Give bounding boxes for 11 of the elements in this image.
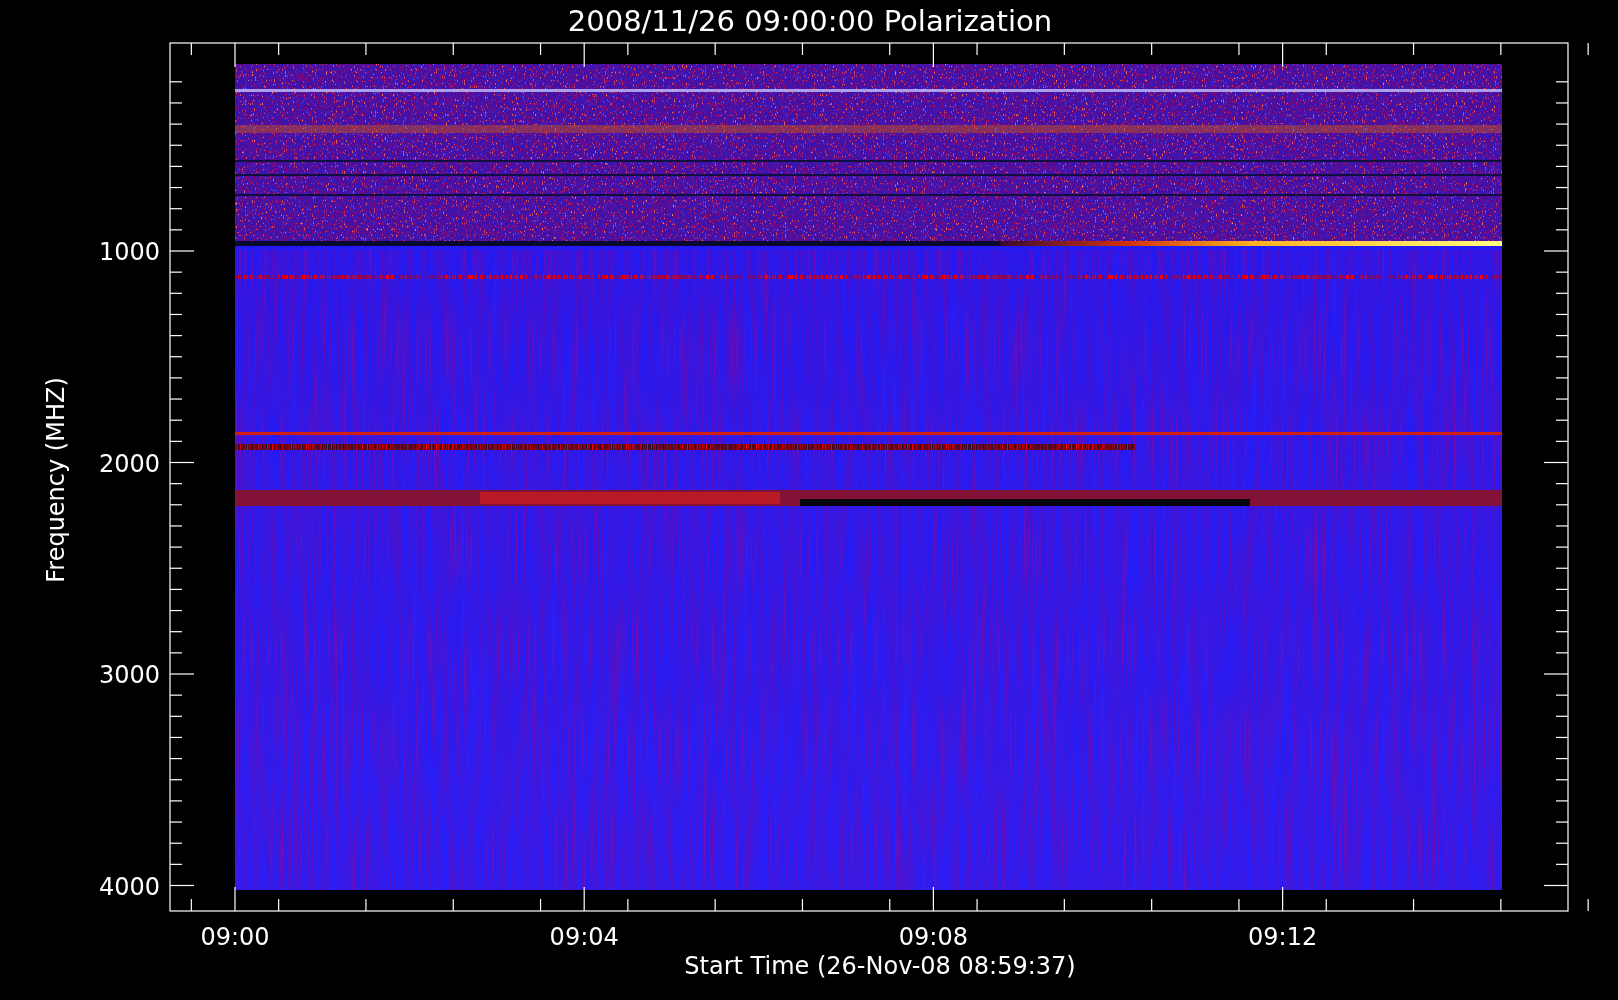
y-tick-label: 1000 xyxy=(98,238,160,266)
y-tick-label: 2000 xyxy=(98,449,160,478)
x-tick-label: 09:08 xyxy=(898,923,968,951)
y-tick-label: 3000 xyxy=(98,661,160,689)
x-axis-label: Start Time (26-Nov-08 08:59:37) xyxy=(684,952,1076,980)
x-tick-label: 09:04 xyxy=(549,923,619,951)
y-tick-label: 4000 xyxy=(98,872,160,901)
plot-title: 2008/11/26 09:00:00 Polarization xyxy=(567,4,1053,38)
x-tick-label: 09:12 xyxy=(1248,923,1318,951)
y-axis-label: Frequency (MHZ) xyxy=(42,377,70,583)
x-tick-label: 09:00 xyxy=(200,923,270,951)
